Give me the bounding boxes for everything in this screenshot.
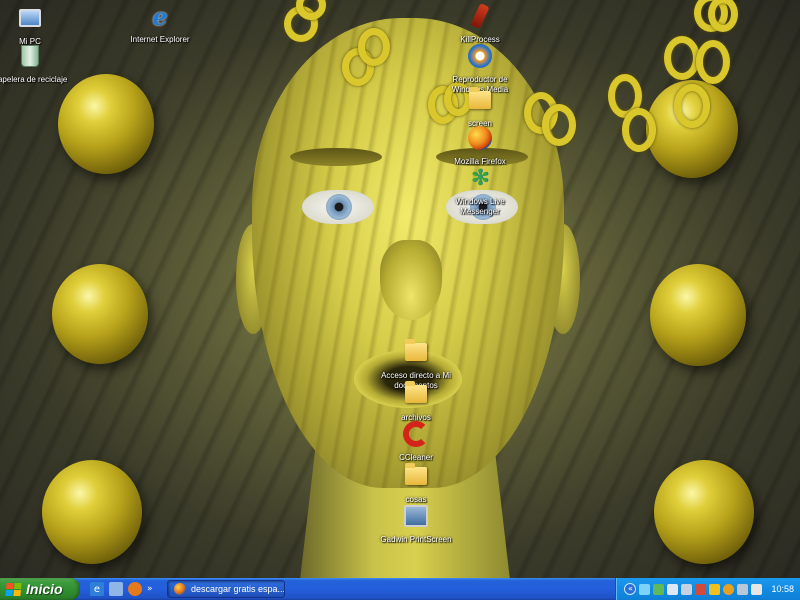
desktop-icon-label: Windows Live Messenger xyxy=(455,197,505,216)
desktop-icon-internet-explorer[interactable]: e Internet Explorer xyxy=(122,0,198,45)
desktop-icon-ccleaner[interactable]: CCleaner xyxy=(378,418,454,463)
wallpaper-ring xyxy=(622,108,656,152)
wallpaper-sphere xyxy=(42,460,142,564)
wallpaper-ring xyxy=(696,40,730,84)
system-tray: « 10:58 xyxy=(615,578,800,600)
messenger-icon: ✻ xyxy=(470,165,490,191)
network-icon[interactable] xyxy=(639,583,651,595)
folder-icon xyxy=(400,460,432,492)
screenshot-tool-icon xyxy=(400,500,432,532)
monitor-icon[interactable] xyxy=(667,583,679,595)
desktop-icon-gadwin[interactable]: Gadwin PrintScreen xyxy=(378,500,454,545)
ccleaner-icon xyxy=(400,418,432,450)
face-eye-left xyxy=(302,190,374,224)
wallpaper-sphere xyxy=(654,460,754,564)
quick-launch: e » xyxy=(80,578,163,600)
antivirus-icon[interactable] xyxy=(723,583,735,595)
zonealarm-icon[interactable] xyxy=(709,583,721,595)
wallpaper-ring xyxy=(664,36,700,80)
desktop-icon-label: Gadwin PrintScreen xyxy=(380,535,452,544)
wallpaper-sphere xyxy=(650,264,746,366)
desktop-icon-cosas[interactable]: cosas xyxy=(378,460,454,505)
wallpaper-sphere xyxy=(58,74,154,174)
tray-expand-button[interactable]: « xyxy=(624,583,637,595)
windows-media-player-icon xyxy=(464,40,496,72)
safely-remove-icon[interactable] xyxy=(737,583,749,595)
quick-launch-more[interactable]: » xyxy=(147,584,157,594)
face-nose xyxy=(380,240,442,320)
wallpaper-ring xyxy=(708,0,738,32)
folder-icon xyxy=(400,336,432,368)
tray-clock[interactable]: 10:58 xyxy=(771,584,794,594)
desktop-icon-archivos[interactable]: archivos xyxy=(378,378,454,423)
recycle-bin-icon xyxy=(14,40,46,72)
desktop-icon-label: Papelera de reciclaje xyxy=(0,75,68,84)
windows-logo-icon xyxy=(5,582,22,596)
messenger-tray-icon[interactable] xyxy=(653,583,665,595)
wallpaper-sphere xyxy=(52,264,148,364)
desktop-icon-papelera[interactable]: Papelera de reciclaje xyxy=(0,40,68,85)
my-computer-icon xyxy=(14,2,46,34)
desktop-icon-killprocess[interactable]: KillProcess xyxy=(442,0,518,45)
internet-explorer-icon: e xyxy=(152,1,168,31)
firefox-icon[interactable] xyxy=(128,582,142,596)
show-desktop-icon[interactable] xyxy=(109,582,123,596)
taskbar: Inicio e » descargar gratis espa... « 10… xyxy=(0,578,800,600)
start-button[interactable]: Inicio xyxy=(0,578,80,600)
folder-icon xyxy=(464,84,496,116)
firefox-icon xyxy=(174,583,186,595)
security-icon[interactable] xyxy=(695,583,707,595)
firefox-icon xyxy=(464,122,496,154)
desktop-icon-label: Internet Explorer xyxy=(130,35,190,44)
desktop-icon-firefox[interactable]: Mozilla Firefox xyxy=(442,122,518,167)
wallpaper-ring xyxy=(674,84,710,128)
volume-icon[interactable] xyxy=(751,583,763,595)
taskbar-button-label: descargar gratis espa... xyxy=(191,584,284,594)
speaker-icon[interactable] xyxy=(681,583,693,595)
wallpaper-ring xyxy=(358,28,390,66)
internet-explorer-icon[interactable]: e xyxy=(90,582,104,596)
face-brow-left xyxy=(290,148,382,166)
desktop-icon-messenger[interactable]: ✻ Windows Live Messenger xyxy=(442,162,518,217)
start-label: Inicio xyxy=(26,581,63,597)
folder-icon xyxy=(400,378,432,410)
wallpaper-ring xyxy=(542,104,576,146)
killprocess-icon xyxy=(464,0,496,32)
taskbar-button-firefox[interactable]: descargar gratis espa... xyxy=(167,580,285,598)
